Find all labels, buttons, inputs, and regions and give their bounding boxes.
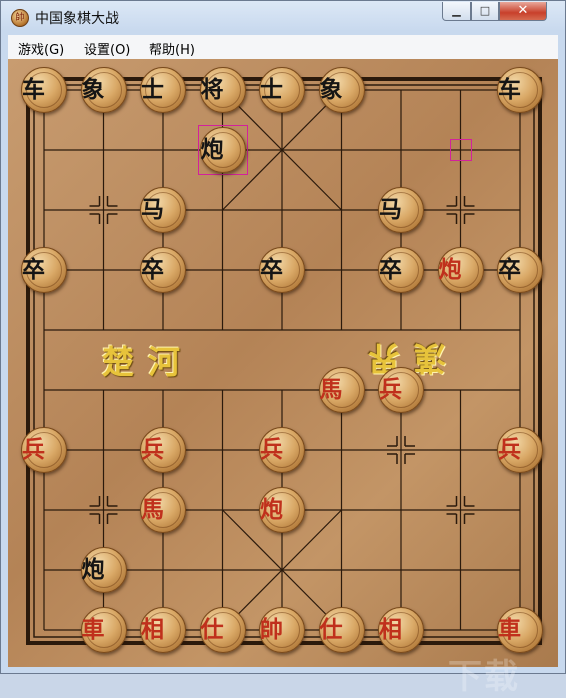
- app-window: 帥 中国象棋大战 ▁ □ ✕ 游戏(G) 设置(O) 帮助(H) 楚河 漢界 车…: [0, 0, 566, 697]
- piece-black[interactable]: 卒: [378, 247, 424, 293]
- piece-black[interactable]: 卒: [21, 247, 67, 293]
- piece-label: 相: [141, 617, 164, 643]
- piece-black[interactable]: 马: [378, 187, 424, 233]
- piece-red[interactable]: 相: [378, 607, 424, 653]
- menu-settings[interactable]: 设置(O): [84, 39, 130, 58]
- piece-black[interactable]: 车: [21, 67, 67, 113]
- piece-label: 马: [141, 197, 164, 223]
- piece-label: 相: [379, 617, 402, 643]
- xiangqi-app-icon: 帥: [11, 9, 29, 27]
- piece-red[interactable]: 仕: [318, 607, 365, 653]
- piece-label: 炮: [81, 557, 105, 583]
- piece-label: 帥: [260, 617, 283, 643]
- piece-label: 兵: [141, 437, 164, 463]
- piece-label: 卒: [260, 257, 283, 283]
- piece-red[interactable]: 車: [497, 607, 543, 653]
- minimize-button[interactable]: ▁: [442, 2, 471, 21]
- piece-label: 兵: [260, 437, 283, 463]
- piece-red[interactable]: 炮: [437, 247, 484, 293]
- piece-red[interactable]: 兵: [21, 427, 67, 473]
- piece-black[interactable]: 马: [140, 187, 186, 233]
- close-button[interactable]: ✕: [499, 2, 547, 21]
- piece-black[interactable]: 炮: [199, 127, 246, 173]
- piece-label: 车: [498, 77, 521, 103]
- piece-label: 車: [498, 617, 521, 643]
- piece-black[interactable]: 将: [199, 67, 246, 113]
- piece-red[interactable]: 兵: [497, 427, 543, 473]
- piece-black[interactable]: 卒: [259, 247, 305, 293]
- piece-label: 象: [319, 77, 343, 103]
- window-title: 中国象棋大战: [35, 11, 119, 27]
- piece-red[interactable]: 車: [80, 607, 127, 653]
- piece-label: 車: [81, 617, 105, 643]
- piece-black[interactable]: 象: [80, 67, 127, 113]
- menu-help[interactable]: 帮助(H): [149, 39, 195, 58]
- piece-black[interactable]: 卒: [497, 247, 543, 293]
- menu-bar: 游戏(G) 设置(O) 帮助(H): [8, 35, 558, 59]
- piece-label: 兵: [22, 437, 45, 463]
- piece-red[interactable]: 馬: [140, 487, 186, 533]
- piece-label: 卒: [141, 257, 164, 283]
- piece-label: 士: [141, 77, 164, 103]
- menu-game[interactable]: 游戏(G): [18, 39, 64, 58]
- piece-label: 卒: [22, 257, 45, 283]
- piece-label: 车: [22, 77, 45, 103]
- piece-red[interactable]: 炮: [259, 487, 305, 533]
- piece-label: 仕: [200, 617, 224, 643]
- piece-label: 兵: [379, 377, 402, 403]
- river-label-chu: 楚河: [102, 343, 195, 381]
- piece-label: 仕: [319, 617, 343, 643]
- piece-label: 将: [200, 77, 224, 103]
- piece-black[interactable]: 象: [318, 67, 365, 113]
- piece-red[interactable]: 兵: [140, 427, 186, 473]
- piece-label: 卒: [498, 257, 521, 283]
- maximize-button[interactable]: □: [471, 2, 499, 21]
- piece-label: 炮: [260, 497, 283, 523]
- piece-red[interactable]: 馬: [318, 367, 365, 413]
- piece-black[interactable]: 炮: [80, 547, 127, 593]
- title-bar[interactable]: 帥 中国象棋大战 ▁ □ ✕: [1, 1, 565, 33]
- piece-black[interactable]: 卒: [140, 247, 186, 293]
- piece-label: 卒: [379, 257, 402, 283]
- piece-red[interactable]: 帥: [259, 607, 305, 653]
- piece-label: 马: [379, 197, 402, 223]
- piece-label: 象: [81, 77, 105, 103]
- piece-label: 兵: [498, 437, 521, 463]
- last-move-marker: [449, 139, 472, 161]
- piece-black[interactable]: 车: [497, 67, 543, 113]
- piece-black[interactable]: 士: [259, 67, 305, 113]
- piece-red[interactable]: 仕: [199, 607, 246, 653]
- piece-label: 炮: [438, 257, 462, 283]
- piece-black[interactable]: 士: [140, 67, 186, 113]
- game-board-area[interactable]: 楚河 漢界 车象士将士象车炮马马卒卒卒卒炮卒馬兵兵兵兵兵馬炮炮車相仕帥仕相車 下…: [8, 59, 558, 697]
- piece-red[interactable]: 兵: [259, 427, 305, 473]
- piece-label: 馬: [319, 377, 343, 403]
- piece-red[interactable]: 兵: [378, 367, 424, 413]
- piece-label: 士: [260, 77, 283, 103]
- piece-red[interactable]: 相: [140, 607, 186, 653]
- piece-label: 馬: [141, 497, 164, 523]
- piece-label: 炮: [200, 137, 224, 163]
